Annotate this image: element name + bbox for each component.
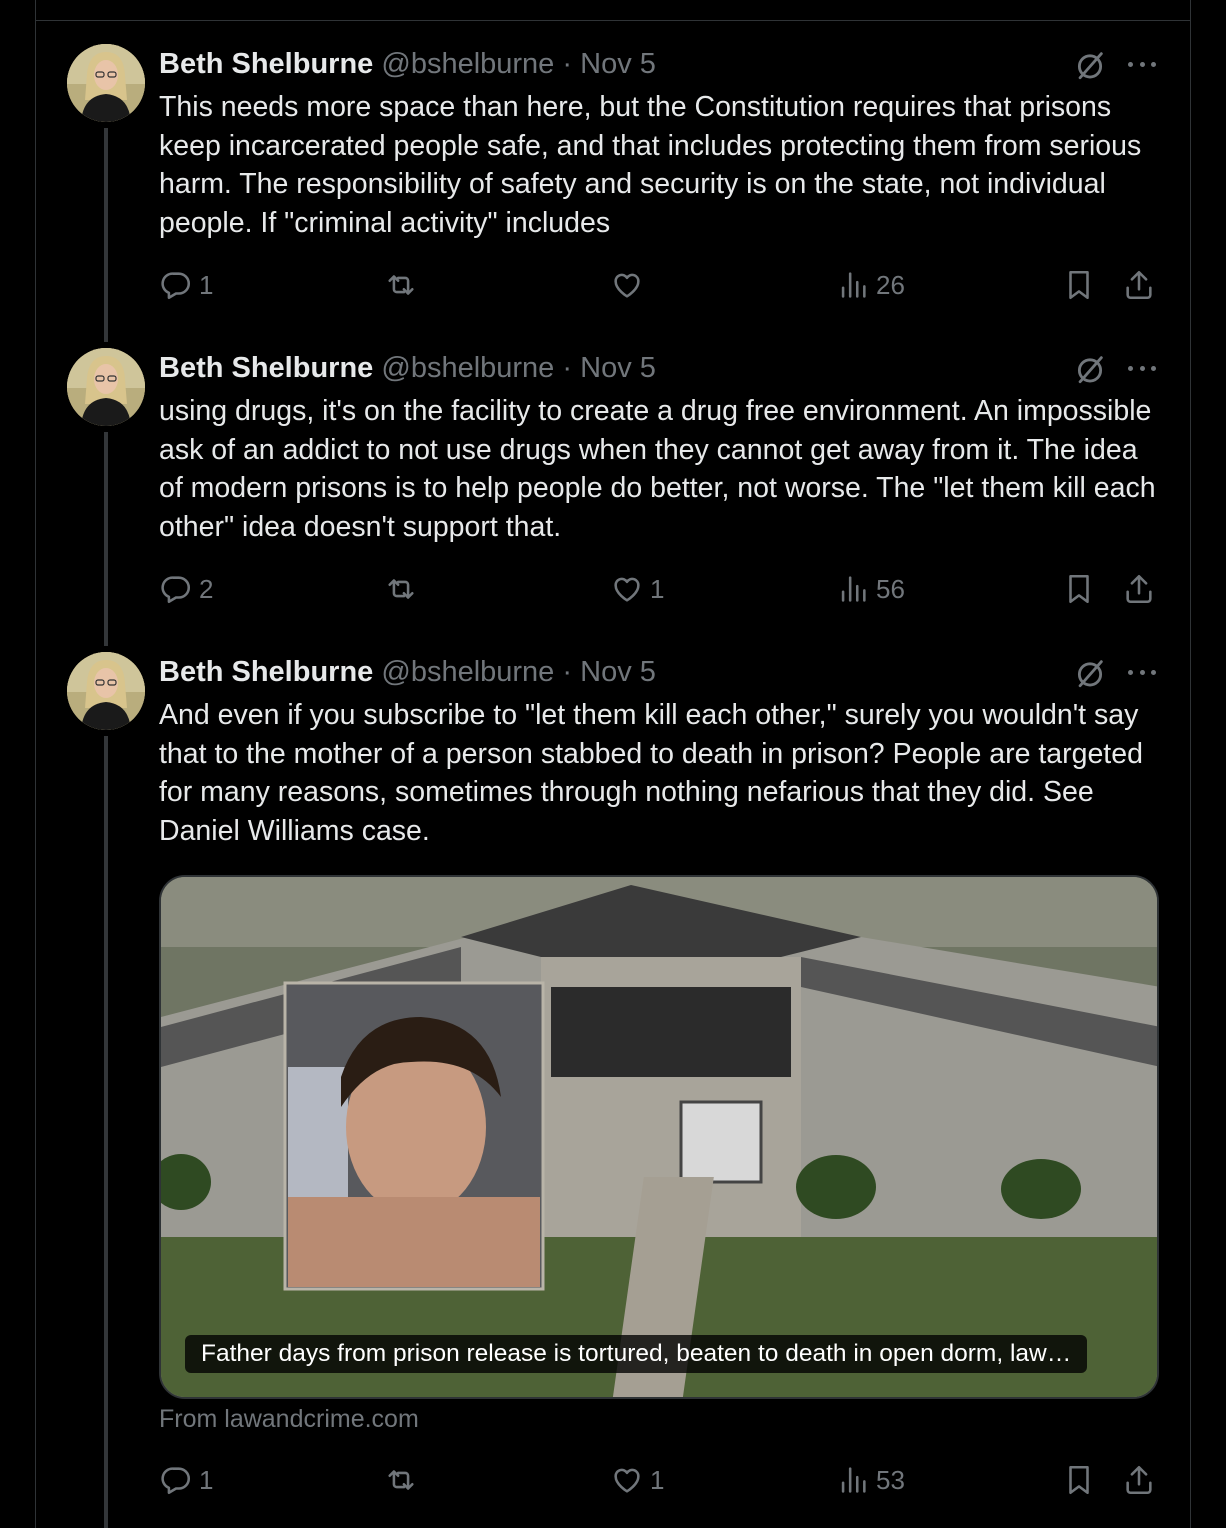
avatar[interactable] [67, 44, 145, 122]
tweet-header: Beth Shelburne @bshelburne · Nov 5 [159, 46, 656, 82]
reply-icon [159, 1463, 193, 1497]
repost-button[interactable] [384, 569, 424, 609]
like-button[interactable]: 1 [610, 569, 664, 609]
tweet-date[interactable]: Nov 5 [580, 48, 656, 80]
like-icon [610, 572, 644, 606]
grok-icon[interactable] [1073, 352, 1107, 386]
link-card-image [161, 877, 1157, 1397]
grok-icon[interactable] [1073, 48, 1107, 82]
views-button[interactable]: 56 [836, 569, 905, 609]
tweet-text: This needs more space than here, but the… [159, 91, 1142, 240]
share-icon [1122, 572, 1156, 606]
more-icon[interactable] [1124, 50, 1160, 78]
separator: · [562, 352, 573, 384]
repost-icon [384, 572, 418, 606]
tweet[interactable]: Beth Shelburne @bshelburne · Nov 5 This … [36, 0, 1190, 342]
tweet-actions: 1 26 [159, 265, 1164, 305]
like-count: 1 [650, 1464, 665, 1495]
thread-line [104, 736, 108, 1528]
tweet-actions: 1 1 53 [159, 1460, 1164, 1500]
link-card[interactable]: Father days from prison release is tortu… [159, 875, 1159, 1399]
like-icon [610, 1463, 644, 1497]
like-count: 1 [650, 573, 665, 604]
repost-button[interactable] [384, 265, 424, 305]
avatar[interactable] [67, 348, 145, 426]
share-button[interactable] [1122, 1460, 1156, 1500]
more-icon[interactable] [1124, 658, 1160, 686]
bookmark-button[interactable] [1062, 265, 1096, 305]
views-count: 26 [876, 269, 905, 300]
share-button[interactable] [1122, 265, 1156, 305]
reply-icon [159, 572, 193, 606]
separator: · [562, 656, 573, 688]
bookmark-icon [1062, 268, 1096, 302]
author-name[interactable]: Beth Shelburne [159, 656, 373, 688]
bookmark-button[interactable] [1062, 1460, 1096, 1500]
bookmark-icon [1062, 1463, 1096, 1497]
bookmark-button[interactable] [1062, 569, 1096, 609]
tweet[interactable]: Beth Shelburne @bshelburne · Nov 5 using… [36, 304, 1190, 646]
like-button[interactable]: 1 [610, 1460, 664, 1500]
share-icon [1122, 1463, 1156, 1497]
reply-button[interactable]: 1 [159, 1460, 213, 1500]
avatar-image [67, 348, 145, 426]
views-icon [836, 268, 870, 302]
timeline-column: Beth Shelburne @bshelburne · Nov 5 This … [35, 0, 1191, 1528]
separator: · [562, 48, 573, 80]
grok-icon[interactable] [1073, 656, 1107, 690]
share-icon [1122, 268, 1156, 302]
tweet-date[interactable]: Nov 5 [580, 656, 656, 688]
author-name[interactable]: Beth Shelburne [159, 352, 373, 384]
views-count: 56 [876, 573, 905, 604]
tweet-text: using drugs, it's on the facility to cre… [159, 395, 1156, 544]
like-button[interactable] [610, 265, 650, 305]
avatar-image [67, 652, 145, 730]
views-button[interactable]: 53 [836, 1460, 905, 1500]
views-count: 53 [876, 1464, 905, 1495]
reply-count: 1 [199, 269, 214, 300]
avatar-image [67, 44, 145, 122]
views-icon [836, 572, 870, 606]
avatar[interactable] [67, 652, 145, 730]
more-icon[interactable] [1124, 354, 1160, 382]
reply-button[interactable]: 2 [159, 569, 213, 609]
repost-button[interactable] [384, 1460, 424, 1500]
tweet-header: Beth Shelburne @bshelburne · Nov 5 [159, 654, 656, 690]
views-button[interactable]: 26 [836, 265, 905, 305]
reply-count: 2 [199, 573, 214, 604]
tweet-text: And even if you subscribe to "let them k… [159, 699, 1143, 848]
repost-icon [384, 268, 418, 302]
link-source[interactable]: From lawandcrime.com [159, 1405, 419, 1434]
tweet-date[interactable]: Nov 5 [580, 352, 656, 384]
reply-icon [159, 268, 193, 302]
author-name[interactable]: Beth Shelburne [159, 48, 373, 80]
reply-count: 1 [199, 1464, 214, 1495]
repost-icon [384, 1463, 418, 1497]
views-icon [836, 1463, 870, 1497]
reply-button[interactable]: 1 [159, 265, 213, 305]
share-button[interactable] [1122, 569, 1156, 609]
author-handle[interactable]: @bshelburne [381, 48, 554, 80]
like-icon [610, 268, 644, 302]
author-handle[interactable]: @bshelburne [381, 352, 554, 384]
bookmark-icon [1062, 572, 1096, 606]
tweet-header: Beth Shelburne @bshelburne · Nov 5 [159, 350, 656, 386]
tweet-actions: 2 1 56 [159, 569, 1164, 609]
link-card-caption: Father days from prison release is tortu… [185, 1335, 1088, 1373]
author-handle[interactable]: @bshelburne [381, 656, 554, 688]
